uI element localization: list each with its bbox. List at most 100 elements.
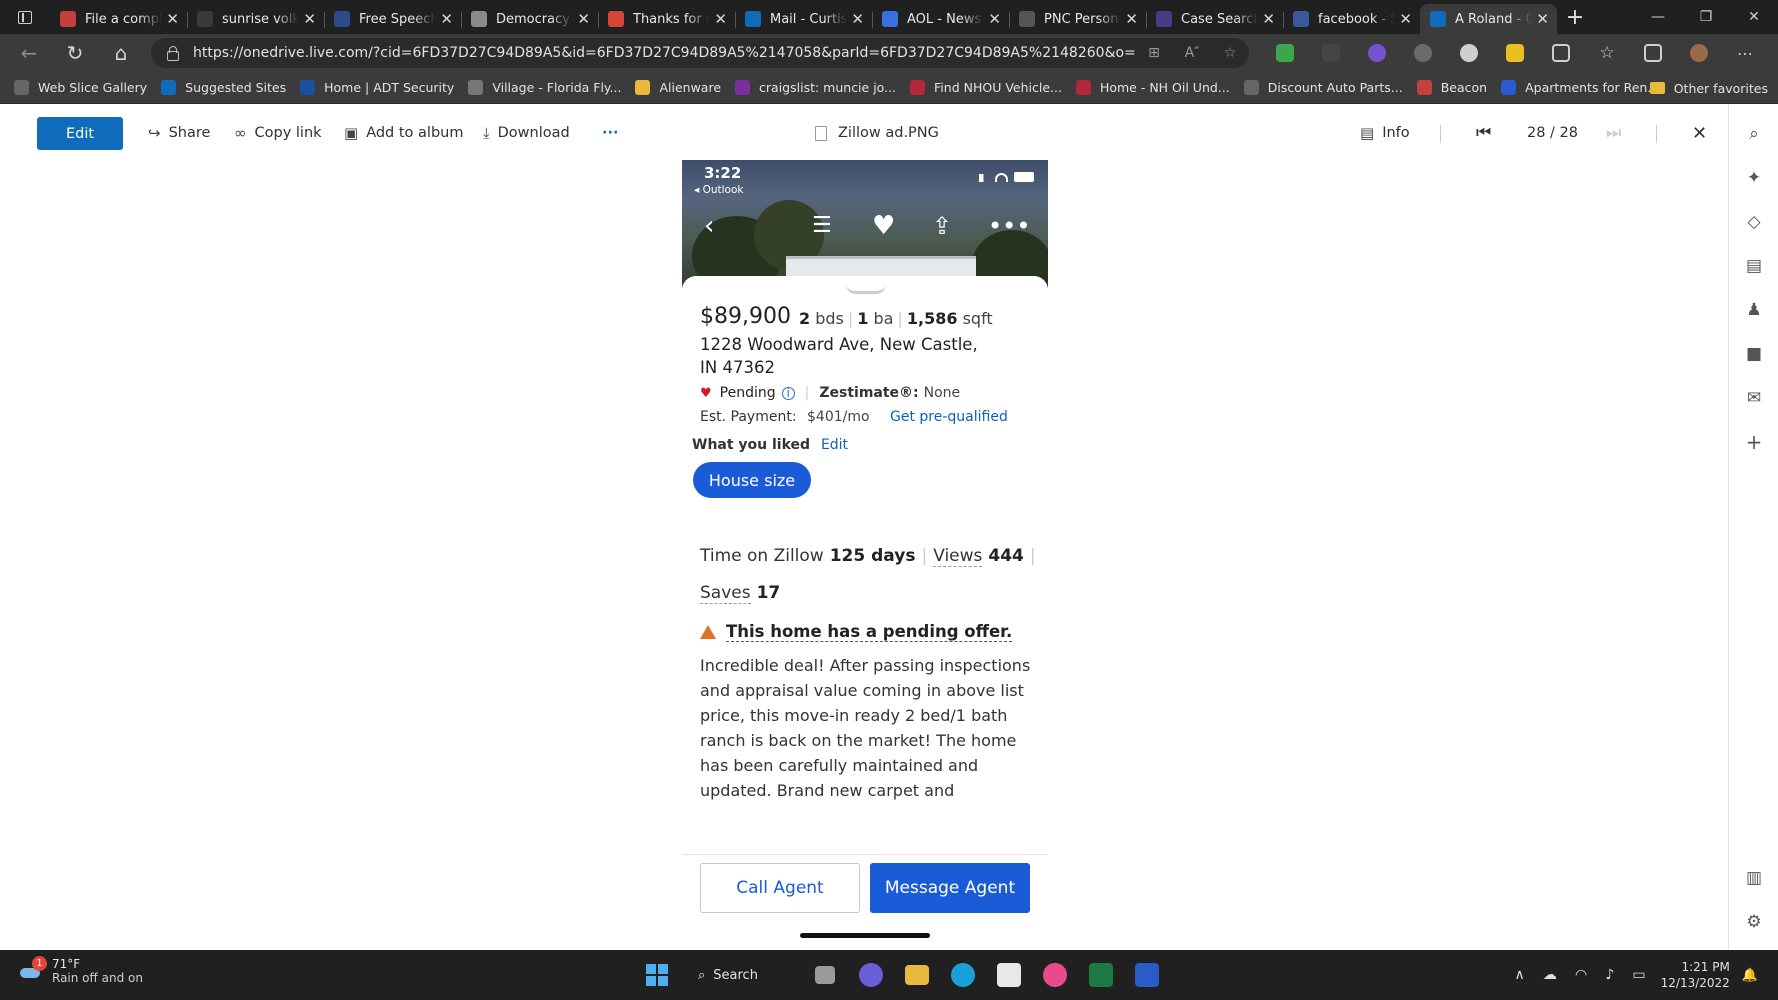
browser-tab[interactable]: PNC Persona ✕ [1009,4,1146,34]
close-tab-icon[interactable]: ✕ [440,10,453,28]
close-tab-icon[interactable]: ✕ [714,10,727,28]
add-to-album-button[interactable]: ▣ Add to album [344,104,463,162]
back-button[interactable]: ← [6,34,52,72]
extension-yellow-icon[interactable] [1492,34,1538,72]
favorite-link[interactable]: Apartments for Ren... [1501,80,1659,95]
taskbar-search[interactable]: ⌕ Search [686,958,796,992]
extension-s-icon[interactable] [1446,34,1492,72]
browser-tab[interactable]: Mail - Curtis ✕ [735,4,872,34]
search-icon[interactable]: ⌕ [1729,112,1778,156]
favorites-icon[interactable]: ☆ [1584,34,1630,72]
battery-tray-icon[interactable]: ▭ [1632,967,1645,983]
download-button[interactable]: ⤓ Download [483,104,570,162]
message-agent-button[interactable]: Message Agent [870,863,1030,913]
favorite-link[interactable]: Home - NH Oil Und... [1075,80,1230,95]
excel-icon[interactable] [1081,955,1121,995]
close-tab-icon[interactable]: ✕ [1125,10,1138,28]
show-hidden-icons[interactable]: ∧ [1514,967,1524,983]
tools-briefcase-icon[interactable]: ▤ [1729,244,1778,288]
liked-chip-house-size[interactable]: House size [693,462,811,498]
favorite-link[interactable]: Alienware [635,80,721,95]
extension-check-icon[interactable] [1262,34,1308,72]
volume-icon[interactable]: ♪ [1605,967,1614,983]
favorite-link[interactable]: Suggested Sites [161,80,286,95]
close-tab-icon[interactable]: ✕ [166,10,179,28]
browser-tab[interactable]: facebook - S ✕ [1283,4,1420,34]
browser-tab[interactable]: Free Speech ✕ [324,4,461,34]
browser-tab[interactable]: File a compl ✕ [50,4,187,34]
info-icon[interactable]: i [781,386,795,400]
extension-gray-icon[interactable] [1400,34,1446,72]
favorite-link[interactable]: Home | ADT Security [300,80,454,95]
itunes-icon[interactable] [1035,955,1075,995]
favorite-link[interactable]: Discount Auto Parts... [1243,80,1403,95]
refresh-button[interactable]: ↻ [52,34,98,72]
address-bar[interactable]: https://onedrive.live.com/?cid=6FD37D27C… [151,38,1249,68]
extension-blank-icon[interactable] [1308,34,1354,72]
edge-icon[interactable] [943,955,983,995]
office-icon[interactable]: ■ [1729,332,1778,376]
close-tab-icon[interactable]: ✕ [1536,10,1549,28]
browser-tab[interactable]: Thanks for s ✕ [598,4,735,34]
share-button[interactable]: ↪ Share [148,104,210,162]
more-button[interactable]: ··· [602,104,619,162]
wifi-tray-icon[interactable]: ◠ [1575,967,1587,983]
word-icon[interactable] [1127,955,1167,995]
favorite-link[interactable]: Village - Florida Fly... [468,80,621,95]
minimize-button[interactable]: — [1634,0,1682,34]
close-window-button[interactable]: ✕ [1730,0,1778,34]
favorite-link[interactable]: Beacon [1416,80,1487,95]
close-tab-icon[interactable]: ✕ [988,10,1001,28]
get-prequalified-link[interactable]: Get pre-qualified [890,409,1008,425]
close-tab-icon[interactable]: ✕ [577,10,590,28]
close-tab-icon[interactable]: ✕ [1262,10,1275,28]
other-favorites[interactable]: Other favorites [1649,72,1768,104]
discover-icon[interactable]: ✦ [1729,156,1778,200]
liked-edit-link[interactable]: Edit [821,437,848,453]
favorite-link[interactable]: Web Slice Gallery [14,80,147,95]
sheet-grabber[interactable] [846,284,886,294]
start-button[interactable] [637,955,677,995]
call-agent-button[interactable]: Call Agent [700,863,860,913]
sidebar-settings-icon[interactable]: ⚙ [1729,900,1778,944]
weather-widget[interactable]: 1 71°F Rain off and on [20,956,143,985]
browser-tab[interactable]: AOL - News ✕ [872,4,1009,34]
file-explorer-icon[interactable] [897,955,937,995]
close-tab-icon[interactable]: ✕ [1399,10,1412,28]
info-button[interactable]: ▤ Info [1360,104,1410,162]
back-chevron-icon[interactable]: ‹ [704,208,714,244]
outlook-icon[interactable]: ✉ [1729,376,1778,420]
profile-avatar[interactable] [1676,34,1722,72]
browser-tab[interactable]: sunrise volk ✕ [187,4,324,34]
extensions-icon[interactable] [1538,34,1584,72]
microsoft-store-icon[interactable] [989,955,1029,995]
heart-save-icon[interactable]: ♥ [872,208,895,244]
games-icon[interactable]: ♟ [1729,288,1778,332]
notifications-icon[interactable]: 🔔 [1742,968,1758,983]
collections-icon[interactable] [1630,34,1676,72]
favorite-link[interactable]: Find NHOU Vehicle... [910,80,1062,95]
tab-actions-button[interactable] [0,0,50,34]
settings-more-icon[interactable]: ⋯ [1722,34,1768,72]
extension-purple-icon[interactable] [1354,34,1400,72]
comment-icon[interactable]: ☰ [812,208,832,244]
close-tab-icon[interactable]: ✕ [851,10,864,28]
address-url[interactable]: https://onedrive.live.com/?cid=6FD37D27C… [193,45,1135,61]
close-tab-icon[interactable]: ✕ [303,10,316,28]
close-viewer-button[interactable]: ✕ [1692,104,1707,162]
home-button[interactable]: ⌂ [98,34,144,72]
browser-tab[interactable]: Case Search ✕ [1146,4,1283,34]
onedrive-cloud-icon[interactable]: ☁ [1543,967,1557,983]
restore-button[interactable]: ❐ [1682,0,1730,34]
new-tab-button[interactable]: + [1557,5,1593,30]
copy-link-button[interactable]: ∞ Copy link [234,104,322,162]
add-favorite-icon[interactable]: ☆ [1211,45,1249,61]
share-listing-icon[interactable]: ⇪ [932,208,952,244]
favorite-link[interactable]: craigslist: muncie jo... [735,80,896,95]
app-available-icon[interactable]: ⊞ [1135,45,1173,61]
teams-chat-icon[interactable] [851,955,891,995]
task-view-icon[interactable] [805,955,845,995]
edit-button[interactable]: Edit [37,117,123,150]
read-aloud-icon[interactable]: A″ [1173,45,1211,61]
first-item-button[interactable]: ⏮ [1476,104,1491,162]
